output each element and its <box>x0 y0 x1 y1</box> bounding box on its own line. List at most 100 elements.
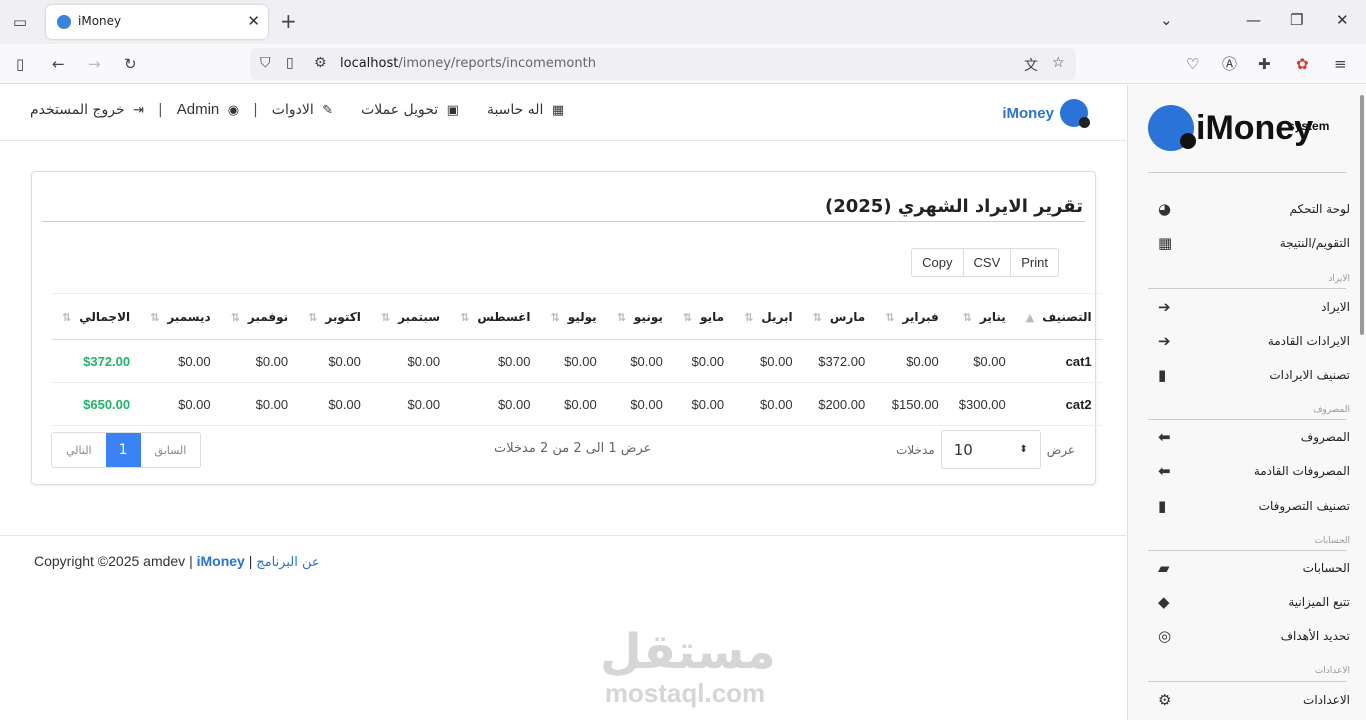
sidebar-divider <box>1148 550 1346 551</box>
calculator-link[interactable]: اله حاسبة ▦ <box>487 102 564 118</box>
minimize-icon[interactable]: — <box>1246 11 1261 29</box>
table-cell: $0.00 <box>606 339 673 383</box>
sidebar-item-calendar[interactable]: التقويم/النتيجة ▦ <box>1148 230 1350 258</box>
sort-icon: ⇅ <box>616 310 626 324</box>
app-brand[interactable]: iMoney <box>1002 98 1090 128</box>
sidebar-item-label: لوحة التحكم <box>1289 202 1351 216</box>
sidebar-item-upcoming-expense[interactable]: المصروفات القادمة ⬅ <box>1148 458 1350 486</box>
browser-navbar: ▯ ← → ↻ ⛉ ▯ ⚙ localhost/imoney/reports/i… <box>0 44 1366 84</box>
column-header[interactable]: ابريل ⇅ <box>734 293 803 340</box>
sidebar-item-income[interactable]: الايراد ➔ <box>1148 294 1350 322</box>
sidebar-group-expense: المصروف <box>1313 405 1350 415</box>
sidebar-item-dashboard[interactable]: لوحة التحكم ◕ <box>1148 196 1350 224</box>
shield-icon[interactable]: ⛉ <box>260 55 271 71</box>
back-icon[interactable]: ← <box>52 54 65 74</box>
reload-icon[interactable]: ↻ <box>124 54 137 74</box>
translate-icon[interactable]: 文 <box>1024 55 1038 75</box>
sidebar-group-accounts: الحسابات <box>1314 536 1350 546</box>
column-header[interactable]: سبتمبر ⇅ <box>370 293 451 340</box>
next-page-button[interactable]: التالي <box>52 433 106 467</box>
table-cell: $150.00 <box>875 382 949 426</box>
forward-icon[interactable]: → <box>88 54 101 74</box>
sidebar-item-budget[interactable]: تتبع الميزانية ◆ <box>1148 589 1350 617</box>
currency-link[interactable]: تحويل عملات ▣ <box>361 102 459 118</box>
column-label: يوليو <box>567 309 597 324</box>
page-length-select[interactable]: 10 ⬍ <box>940 430 1041 469</box>
footer-brand[interactable]: iMoney <box>197 553 245 569</box>
column-header[interactable]: الاجمالي ⇅ <box>52 293 141 340</box>
sidebar-item-accounts[interactable]: الحسابات ▰ <box>1148 555 1350 583</box>
bookmark-icon: ▮ <box>1158 366 1167 384</box>
about-link[interactable]: عن البرنامج <box>256 555 319 570</box>
table-row: cat2 $300.00 $150.00 $200.00 $0.00 $0.00… <box>52 382 1102 426</box>
gear-icon: ⚙ <box>1158 691 1172 709</box>
sidebar-item-upcoming-income[interactable]: الايرادات القادمة ➔ <box>1148 328 1350 356</box>
pocket-icon[interactable]: ♡ <box>1186 54 1199 74</box>
column-header[interactable]: اغسطس ⇅ <box>450 293 541 340</box>
calculator-icon: ▦ <box>551 102 565 118</box>
sidebar-item-income-categories[interactable]: تصنيف الايرادات ▮ <box>1148 362 1350 390</box>
menu-icon[interactable]: ≡ <box>1334 54 1347 74</box>
prev-page-button[interactable]: السابق <box>140 433 201 467</box>
account-icon[interactable]: Ⓐ <box>1222 54 1237 74</box>
sidebar-divider <box>1148 288 1346 289</box>
column-header[interactable]: يناير ⇅ <box>948 293 1016 340</box>
address-bar[interactable]: ⛉ ▯ ⚙ localhost/imoney/reports/incomemon… <box>250 48 1076 80</box>
sort-icon: ⇅ <box>308 310 318 324</box>
title-divider <box>42 221 1085 222</box>
tab-list-icon[interactable]: ▭ <box>10 12 30 32</box>
table-cell: $0.00 <box>672 382 735 426</box>
page-1-button[interactable]: 1 <box>105 433 141 467</box>
user-link[interactable]: Admin ◉ <box>177 101 239 118</box>
tools-link[interactable]: الادوات ✎ <box>272 102 333 118</box>
column-header[interactable]: مارس ⇅ <box>802 293 876 340</box>
sidebar-scrollbar[interactable] <box>1360 95 1364 335</box>
csv-button[interactable]: CSV <box>962 249 1011 276</box>
folder-open-icon: ▰ <box>1158 559 1170 577</box>
user-label: Admin <box>176 101 220 118</box>
column-header[interactable]: التصنيف ▲ <box>1015 293 1102 340</box>
sidebar-logo[interactable]: iMoney system <box>1148 103 1348 155</box>
sidebar-item-settings[interactable]: الاعدادات ⚙ <box>1148 687 1350 715</box>
main-page: خروج المستخدم ⇥ | Admin ◉ | الادوات ✎ تح… <box>0 85 1126 720</box>
money-icon: ▣ <box>446 102 459 118</box>
bookmark-star-icon[interactable]: ☆ <box>1052 55 1065 71</box>
browser-tab[interactable]: iMoney ✕ <box>46 5 268 39</box>
extensions-icon[interactable]: ✚ <box>1258 54 1271 74</box>
column-header[interactable]: اكتوبر ⇅ <box>298 293 371 340</box>
dashboard-icon: ◕ <box>1158 200 1172 218</box>
tab-overflow-icon[interactable]: ⌄ <box>1160 11 1173 29</box>
sidebar-item-label: تحديد الأهداف <box>1280 629 1350 643</box>
new-tab-icon[interactable]: + <box>280 9 297 33</box>
restore-icon[interactable]: ❐ <box>1290 11 1303 29</box>
sidebar-item-label: الاعدادات <box>1303 693 1350 707</box>
print-button[interactable]: Print <box>1010 249 1058 276</box>
copy-button[interactable]: Copy <box>912 249 963 276</box>
table-cell: $0.00 <box>140 382 221 426</box>
url-text[interactable]: localhost/imoney/reports/incomemonth <box>340 56 596 71</box>
column-header[interactable]: ديسمبر ⇅ <box>140 293 221 340</box>
page-icon: ▯ <box>286 55 294 71</box>
column-header[interactable]: فبراير ⇅ <box>875 293 949 340</box>
table-cell: $0.00 <box>734 339 803 383</box>
sidebar-item-label: الايرادات القادمة <box>1267 334 1350 348</box>
total-cell: $650.00 <box>52 382 141 426</box>
column-header[interactable]: يونيو ⇅ <box>606 293 673 340</box>
sidebar-toggle-icon[interactable]: ▯ <box>16 54 24 74</box>
sidebar-item-label: تصنيف التصروفات <box>1258 499 1350 513</box>
close-window-icon[interactable]: ✕ <box>1336 11 1349 29</box>
permissions-icon[interactable]: ⚙ <box>314 55 327 71</box>
total-cell: $372.00 <box>52 339 141 383</box>
column-header[interactable]: يوليو ⇅ <box>540 293 607 340</box>
column-header[interactable]: نوفمبر ⇅ <box>220 293 299 340</box>
close-tab-icon[interactable]: ✕ <box>247 12 260 30</box>
column-header[interactable]: مايو ⇅ <box>672 293 735 340</box>
sort-icon: ⇅ <box>962 310 972 324</box>
sidebar-item-expense-categories[interactable]: تصنيف التصروفات ▮ <box>1148 493 1350 521</box>
sidebar-item-goals[interactable]: تحديد الأهداف ◎ <box>1148 623 1350 651</box>
table-cell: $0.00 <box>734 382 803 426</box>
separator: | <box>253 101 258 118</box>
logout-link[interactable]: خروج المستخدم ⇥ <box>30 102 144 118</box>
color-extension-icon[interactable]: ✿ <box>1296 54 1309 74</box>
sidebar-item-expense[interactable]: المصروف ⬅ <box>1148 424 1350 452</box>
